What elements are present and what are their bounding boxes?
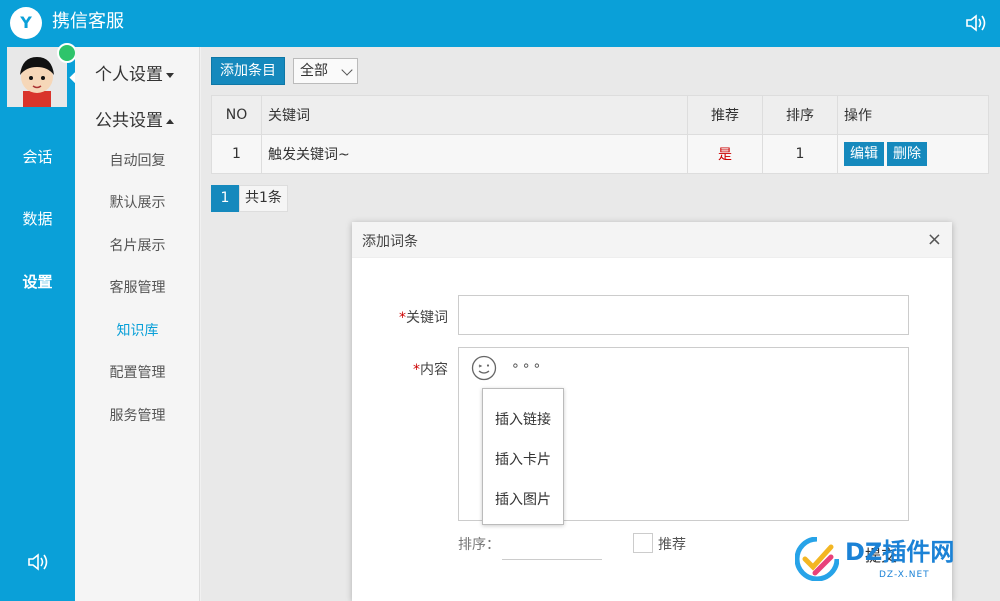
content-label: *内容 <box>352 359 448 379</box>
insert-image-option[interactable]: 插入图片 <box>483 489 563 509</box>
dialog-title: 添加词条 <box>362 234 418 250</box>
insert-card-option[interactable]: 插入卡片 <box>483 449 563 469</box>
cell-no: 1 <box>211 134 262 174</box>
sound-icon[interactable] <box>26 551 50 573</box>
submenu-knowledge-base[interactable]: 知识库 <box>75 321 200 341</box>
recommend-checkbox[interactable] <box>633 533 653 553</box>
col-sort: 排序 <box>762 95 838 135</box>
submenu-auto-reply[interactable]: 自动回复 <box>75 151 200 171</box>
keyword-label-text: 关键词 <box>406 310 448 326</box>
sort-input[interactable] <box>502 532 602 560</box>
chevron-down-icon <box>341 64 353 76</box>
keyword-table: NO 关键词 推荐 排序 操作 1 触发关键词~ 是 1 编辑 删除 <box>211 95 989 174</box>
col-ops: 操作 <box>837 95 989 135</box>
page-1-button[interactable]: 1 <box>211 185 239 212</box>
top-bar: Y 携信客服 <box>0 0 1000 47</box>
page-total: 共1条 <box>239 185 288 212</box>
table-row: 1 触发关键词~ 是 1 编辑 删除 <box>211 134 989 174</box>
cell-recommend: 是 <box>687 134 763 174</box>
caret-down-icon <box>166 72 174 78</box>
app-title: 携信客服 <box>52 11 124 32</box>
watermark-domain: DZ-X.NET <box>879 570 930 580</box>
watermark-brand: DZ插件网 <box>845 538 955 566</box>
cell-ops: 编辑 删除 <box>837 134 989 174</box>
add-entry-button[interactable]: 添加条目 <box>211 57 285 85</box>
submenu-card-display[interactable]: 名片展示 <box>75 236 200 256</box>
required-mark: * <box>399 310 406 326</box>
settings-submenu: 个人设置 公共设置 自动回复 默认展示 名片展示 客服管理 知识库 配置管理 服… <box>75 47 200 601</box>
col-keyword: 关键词 <box>261 95 688 135</box>
submenu-config-management[interactable]: 配置管理 <box>75 363 200 383</box>
filter-value: 全部 <box>300 63 328 79</box>
submenu-agent-management[interactable]: 客服管理 <box>75 278 200 298</box>
group-personal-label: 个人设置 <box>95 65 163 85</box>
group-personal-settings[interactable]: 个人设置 <box>95 64 174 86</box>
col-no: NO <box>211 95 262 135</box>
col-recommend: 推荐 <box>687 95 763 135</box>
insert-menu: 插入链接 插入卡片 插入图片 <box>482 388 564 525</box>
online-status-icon <box>57 43 109 92</box>
keyword-input[interactable] <box>458 295 909 335</box>
submenu-default-display[interactable]: 默认展示 <box>75 193 200 213</box>
cell-sort: 1 <box>762 134 838 174</box>
nav-settings[interactable]: 设置 <box>0 272 75 292</box>
group-public-label: 公共设置 <box>95 111 163 131</box>
sort-label: 排序： <box>458 537 500 553</box>
content-label-text: 内容 <box>420 362 448 378</box>
speaker-icon[interactable] <box>964 12 988 34</box>
group-public-settings[interactable]: 公共设置 <box>95 110 174 132</box>
recommend-label: 推荐 <box>658 537 686 553</box>
more-options-icon[interactable]: ∘∘∘ <box>511 358 543 374</box>
emoji-icon[interactable] <box>471 355 497 381</box>
pagination: 1 共1条 <box>211 185 288 212</box>
caret-up-icon <box>166 118 174 124</box>
watermark-logo-icon <box>795 537 839 581</box>
keyword-label: *关键词 <box>352 307 448 327</box>
watermark: DZ插件网 DZ-X.NET <box>795 533 995 589</box>
insert-link-option[interactable]: 插入链接 <box>483 409 563 429</box>
nav-chat[interactable]: 会话 <box>0 147 75 167</box>
edit-button[interactable]: 编辑 <box>844 142 884 166</box>
table-header-row: NO 关键词 推荐 排序 操作 <box>211 95 989 135</box>
dialog-header: 添加词条 × <box>352 222 952 258</box>
left-sidebar: 会话 数据 设置 <box>0 43 109 601</box>
filter-select[interactable]: 全部 <box>293 58 358 84</box>
cell-keyword: 触发关键词~ <box>261 134 688 174</box>
avatar[interactable] <box>7 43 109 107</box>
submenu-service-management[interactable]: 服务管理 <box>75 406 200 426</box>
delete-button[interactable]: 删除 <box>887 142 927 166</box>
close-icon[interactable]: × <box>927 231 942 249</box>
required-mark: * <box>413 362 420 378</box>
nav-data[interactable]: 数据 <box>0 209 75 229</box>
app-logo: Y <box>10 7 42 39</box>
